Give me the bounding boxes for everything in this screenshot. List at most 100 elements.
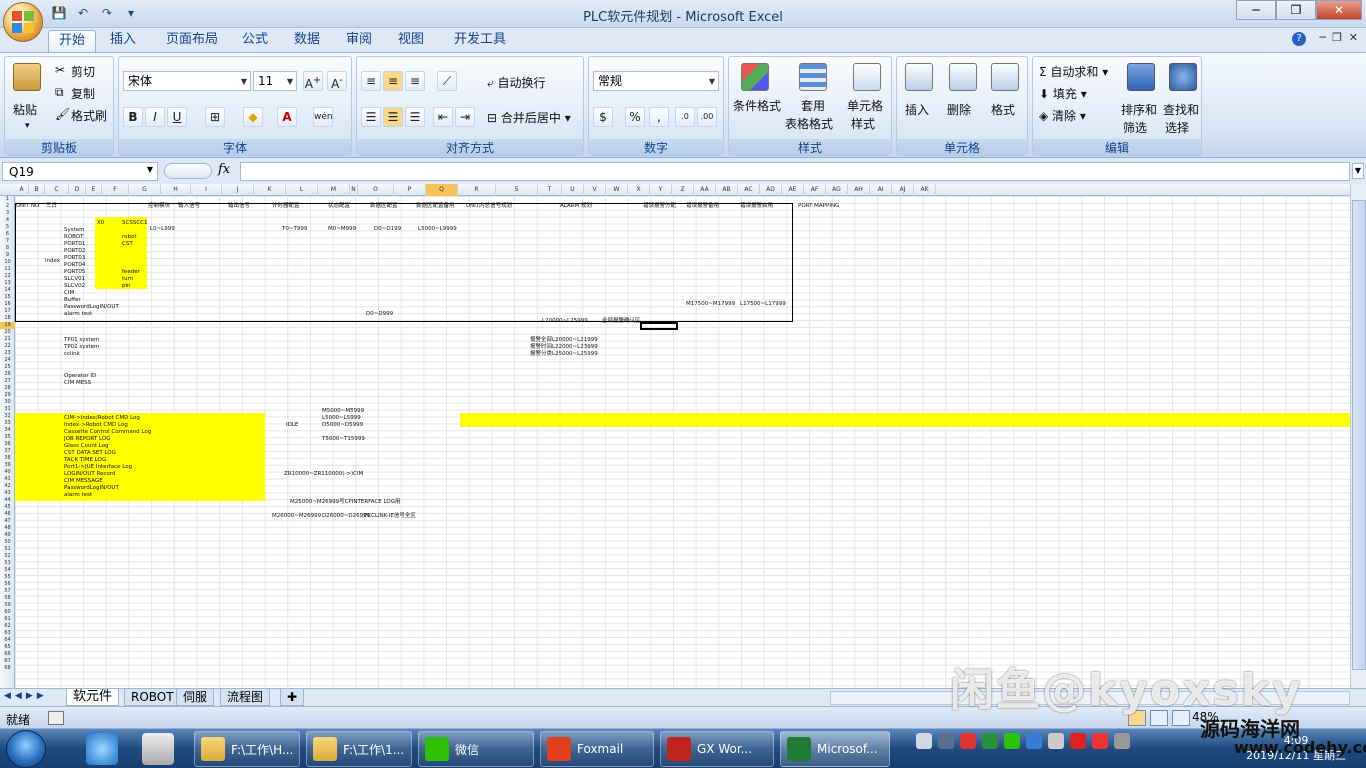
cell-text[interactable]: PCCLINK-IE信号全区: [364, 513, 416, 519]
column-header-AC[interactable]: AC: [738, 184, 760, 196]
cell-text[interactable]: T0~T999: [282, 226, 307, 232]
cell-text[interactable]: 数据区配置备用: [416, 203, 455, 209]
row-header[interactable]: 60: [0, 609, 15, 616]
row-header[interactable]: 13: [0, 280, 15, 287]
taskbar-item-wechat[interactable]: 微信: [418, 731, 534, 767]
taskbar-item-gxworks[interactable]: GX Wor...: [660, 731, 774, 767]
cell-text[interactable]: M17500~M17999: [686, 301, 735, 307]
selected-cell[interactable]: [640, 322, 678, 330]
clear-button[interactable]: ◈ 清除 ▾: [1039, 107, 1086, 124]
row-header[interactable]: 1: [0, 196, 15, 203]
cell-text[interactable]: LOGIN/OUT Record: [64, 471, 116, 477]
insert-sheet-icon[interactable]: ✚: [280, 689, 305, 706]
column-header-W[interactable]: W: [606, 184, 628, 196]
ribbon-close-icon[interactable]: ✕: [1349, 31, 1358, 44]
cell-text[interactable]: 错误报警备用: [686, 203, 719, 209]
cell-text[interactable]: CIM MESSAGE: [64, 478, 103, 484]
tab-data[interactable]: 数据: [284, 30, 330, 52]
row-header[interactable]: 4: [0, 217, 15, 224]
row-header[interactable]: 66: [0, 651, 15, 658]
row-header[interactable]: 29: [0, 392, 15, 399]
column-header-L[interactable]: L: [286, 184, 318, 196]
tab-developer[interactable]: 开发工具: [444, 30, 516, 52]
cell-text[interactable]: turn: [122, 276, 133, 282]
row-header[interactable]: 8: [0, 245, 15, 252]
row-header[interactable]: 41: [0, 476, 15, 483]
cell-text[interactable]: robot: [122, 234, 137, 240]
cell-text[interactable]: L20000~L25999: [542, 318, 588, 324]
keyboard-icon[interactable]: [916, 733, 932, 749]
tab-insert[interactable]: 插入: [100, 30, 146, 52]
row-header[interactable]: 59: [0, 602, 15, 609]
cell-text[interactable]: CIM MESS: [64, 380, 91, 386]
column-header-AE[interactable]: AE: [782, 184, 804, 196]
grow-font-button[interactable]: A+: [303, 71, 323, 91]
row-header[interactable]: 26: [0, 371, 15, 378]
cell-text[interactable]: ROBOT: [64, 234, 84, 240]
cell-text[interactable]: 错误报警分配: [643, 203, 676, 209]
row-header[interactable]: 7: [0, 238, 15, 245]
cell-text[interactable]: Port1->JUE Interface Log: [64, 464, 132, 470]
column-header-M[interactable]: M: [318, 184, 350, 196]
column-header-Z[interactable]: Z: [672, 184, 694, 196]
cell-text[interactable]: SLCV01: [64, 276, 85, 282]
cell-text[interactable]: PORT MAPPING: [798, 203, 839, 209]
align-bottom-button[interactable]: ≡: [405, 71, 425, 91]
cell-text[interactable]: D0~D999: [366, 311, 393, 317]
cell-text[interactable]: UNIT内总信号规划: [466, 203, 512, 209]
cell-text[interactable]: UNIT NO: [16, 203, 39, 209]
sheet-tab-robot[interactable]: ROBOT: [124, 689, 181, 706]
format-as-table-icon[interactable]: [799, 63, 827, 91]
cell-text[interactable]: L17500~L17999: [740, 301, 786, 307]
tab-view[interactable]: 视图: [388, 30, 434, 52]
format-painter-icon[interactable]: 🖌: [55, 107, 70, 121]
cell-text[interactable]: D0~D199: [374, 226, 401, 232]
row-header[interactable]: 47: [0, 518, 15, 525]
row-header[interactable]: 51: [0, 546, 15, 553]
column-header-AG[interactable]: AG: [826, 184, 848, 196]
row-header[interactable]: 53: [0, 560, 15, 567]
wrap-text-button[interactable]: ⤶ 自动换行: [487, 74, 546, 91]
cell-text[interactable]: CIM->Index/Robot CMD Log: [64, 415, 140, 421]
cell-text[interactable]: IDLE: [286, 422, 298, 428]
column-header-S[interactable]: S: [496, 184, 538, 196]
restore-button[interactable]: ❐: [1276, 0, 1316, 20]
column-header-AJ[interactable]: AJ: [892, 184, 914, 196]
cell-text[interactable]: TP02 system: [64, 344, 99, 350]
font-color-button[interactable]: A: [277, 107, 297, 127]
cell-text[interactable]: ZR10000~ZR110000(->)CIM: [284, 471, 363, 477]
row-header[interactable]: 56: [0, 581, 15, 588]
increase-decimal-button[interactable]: .0: [675, 107, 695, 127]
percent-button[interactable]: %: [625, 107, 645, 127]
row-header[interactable]: 6: [0, 231, 15, 238]
cell-text[interactable]: SLCV02: [64, 283, 85, 289]
cloud-icon[interactable]: [1026, 733, 1042, 749]
underline-button[interactable]: U: [167, 107, 187, 127]
cell-text[interactable]: SCSSCC1: [122, 220, 148, 226]
cell-text[interactable]: CST: [122, 241, 133, 247]
cell-text[interactable]: PasswordLogIN/OUT: [64, 304, 119, 310]
row-header[interactable]: 45: [0, 504, 15, 511]
align-middle-button[interactable]: ≡: [383, 71, 403, 91]
row-header[interactable]: 19: [0, 322, 15, 329]
find-select-icon[interactable]: [1169, 63, 1197, 91]
cell-text[interactable]: CST DATA SET LOG: [64, 450, 116, 456]
cell-text[interactable]: PORT04: [64, 262, 85, 268]
row-header[interactable]: 43: [0, 490, 15, 497]
align-center-button[interactable]: ☰: [383, 107, 403, 127]
row-header[interactable]: 23: [0, 350, 15, 357]
decrease-decimal-button[interactable]: .00: [697, 107, 717, 127]
column-header-V[interactable]: V: [584, 184, 606, 196]
cell-text[interactable]: T5000~T15999: [322, 436, 365, 442]
cell-text[interactable]: 报警时间L22000~L23999: [530, 344, 598, 350]
cell-text[interactable]: M25000~M26999写CPINTERFACE LOG用: [290, 499, 401, 505]
conditional-format-button[interactable]: 条件格式: [733, 97, 781, 114]
row-header[interactable]: 58: [0, 595, 15, 602]
cell-text[interactable]: PORT02: [64, 248, 85, 254]
cell-text[interactable]: pin: [122, 283, 131, 289]
row-header[interactable]: 14: [0, 287, 15, 294]
cell-text[interactable]: Index->Robot CMD Log: [64, 422, 128, 428]
cell-text[interactable]: 控制模块: [148, 203, 170, 209]
row-header[interactable]: 30: [0, 399, 15, 406]
row-header[interactable]: 48: [0, 525, 15, 532]
